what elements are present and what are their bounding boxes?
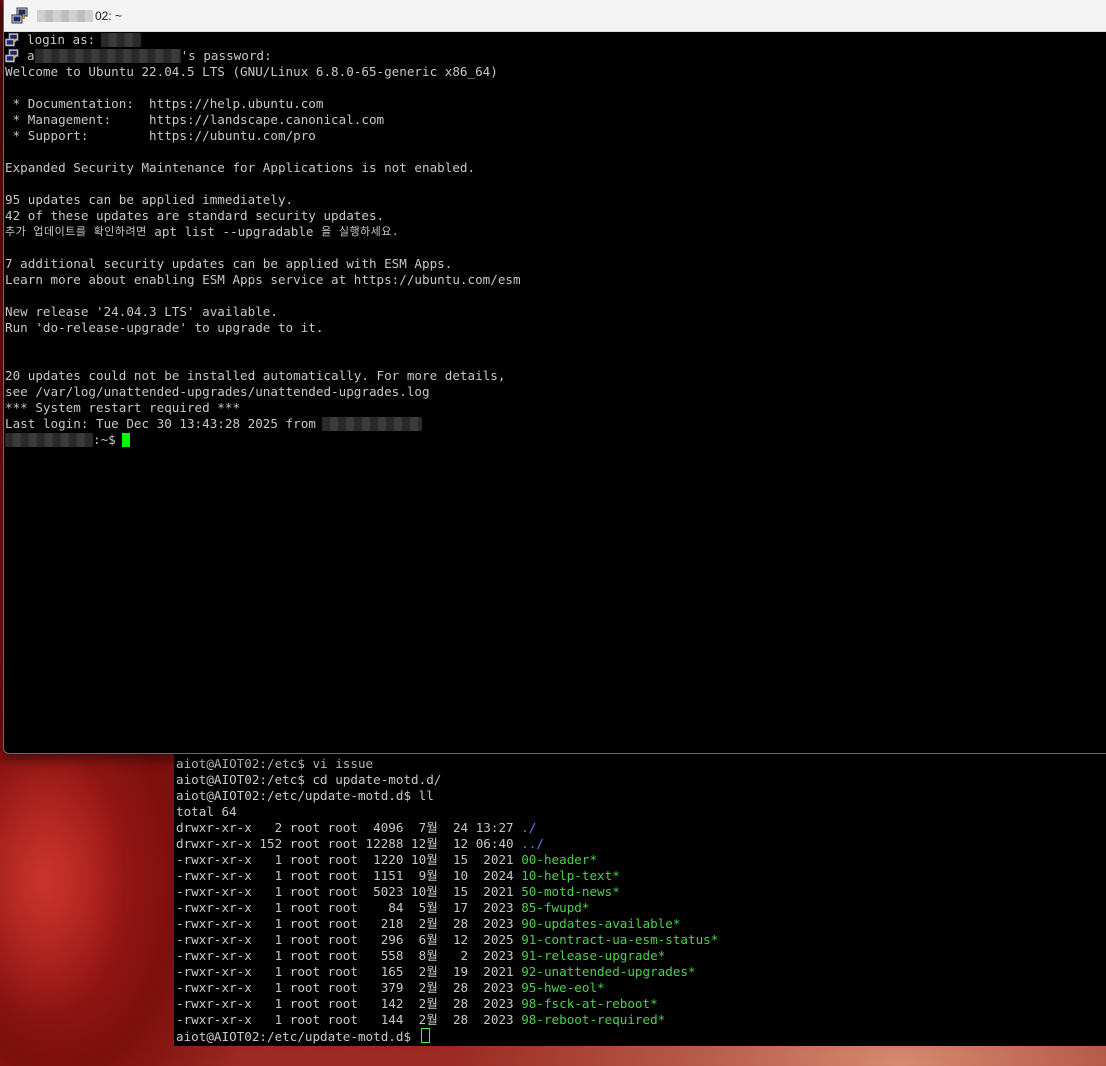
putty-small-icon	[5, 49, 19, 63]
terminal-cursor	[420, 1028, 430, 1043]
file-attributes: -rwxr-xr-x 1 root root 165 2월 19 2021	[176, 964, 522, 979]
redacted-username	[101, 33, 142, 47]
ls-row: -rwxr-xr-x 1 root root 218 2월 28 2023 90…	[176, 916, 718, 932]
file-name: 98-fsck-at-reboot*	[521, 996, 658, 1011]
user-prefix: a	[27, 48, 35, 63]
ls-row: drwxr-xr-x 152 root root 12288 12월 12 06…	[176, 836, 718, 852]
window-titlebar[interactable]: 02: ~	[4, 0, 1106, 32]
file-name: 91-release-upgrade*	[521, 948, 666, 963]
terminal-line: * Documentation: https://help.ubuntu.com	[5, 96, 324, 111]
desktop-wallpaper	[0, 760, 180, 1066]
terminal-line: * Management: https://landscape.canonica…	[5, 112, 385, 127]
terminal-line: aiot@AIOT02:/etc$ vi issue	[176, 756, 374, 771]
terminal-line: * Support: https://ubuntu.com/pro	[5, 128, 316, 143]
terminal-line: 7 additional security updates can be app…	[5, 256, 453, 271]
file-attributes: -rwxr-xr-x 1 root root 5023 10월 15 2021	[176, 884, 522, 899]
redacted-user-host	[34, 49, 181, 63]
terminal-line: *** System restart required ***	[5, 400, 241, 415]
password-prompt: 's password:	[180, 48, 272, 63]
ls-row: -rwxr-xr-x 1 root root 165 2월 19 2021 92…	[176, 964, 718, 980]
file-name: 98-reboot-required*	[521, 1012, 666, 1027]
terminal-cursor	[121, 433, 130, 447]
ls-row: -rwxr-xr-x 1 root root 5023 10월 15 2021 …	[176, 884, 718, 900]
shell-prompt: :~$	[93, 432, 116, 447]
ls-listing: drwxr-xr-x 2 root root 4096 7월 24 13:27 …	[176, 820, 718, 1028]
background-terminal-window[interactable]: aiot@AIOT02:/etc$ vi issue aiot@AIOT02:/…	[174, 740, 1106, 1046]
terminal-line: Learn more about enabling ESM Apps servi…	[5, 272, 521, 287]
file-attributes: -rwxr-xr-x 1 root root 144 2월 28 2023	[176, 1012, 522, 1027]
korean-text: 추가 업데이트를 확인하려면	[5, 225, 147, 238]
file-attributes: drwxr-xr-x 2 root root 4096 7월 24 13:27	[176, 820, 522, 835]
file-attributes: -rwxr-xr-x 1 root root 1151 9월 10 2024	[176, 868, 522, 883]
redacted-ip	[321, 417, 422, 431]
login-prompt-line: login as:	[5, 32, 1105, 48]
terminal-line: New release '24.04.3 LTS' available.	[5, 304, 278, 319]
file-attributes: -rwxr-xr-x 1 root root 142 2월 28 2023	[176, 996, 522, 1011]
ls-row: -rwxr-xr-x 1 root root 84 5월 17 2023 85-…	[176, 900, 718, 916]
terminal-line: Welcome to Ubuntu 22.04.5 LTS (GNU/Linux…	[5, 64, 498, 79]
putty-small-icon	[5, 33, 19, 47]
file-name: ../	[521, 836, 544, 851]
apt-command: apt list --upgradable	[146, 224, 322, 239]
file-name: ./	[521, 820, 537, 835]
terminal-line: total 64	[176, 804, 237, 819]
shell-prompt: aiot@AIOT02:/etc/update-motd.d$	[176, 1029, 412, 1044]
korean-text: 을 실행하세요.	[321, 225, 400, 238]
file-name: 92-unattended-upgrades*	[521, 964, 696, 979]
ls-row: -rwxr-xr-x 1 root root 1220 10월 15 2021 …	[176, 852, 718, 868]
last-login-line: Last login: Tue Dec 30 13:43:28 2025 fro…	[5, 416, 1105, 432]
file-attributes: -rwxr-xr-x 1 root root 84 5월 17 2023	[176, 900, 522, 915]
file-name: 10-help-text*	[521, 868, 620, 883]
terminal-line: Expanded Security Maintenance for Applic…	[5, 160, 476, 175]
terminal-line: see /var/log/unattended-upgrades/unatten…	[5, 384, 430, 399]
file-name: 91-contract-ua-esm-status*	[521, 932, 719, 947]
terminal-output[interactable]: login as: a 's password: Welcome to Ubun…	[5, 32, 1105, 448]
putty-icon	[11, 7, 28, 23]
file-attributes: -rwxr-xr-x 1 root root 558 8월 2 2023	[176, 948, 522, 963]
terminal-prompt-line: aiot@AIOT02:/etc/update-motd.d$	[176, 1028, 718, 1044]
terminal-line: 20 updates could not be installed automa…	[5, 368, 506, 383]
file-name: 90-updates-available*	[521, 916, 681, 931]
redacted-hostname	[37, 9, 93, 22]
last-login-text: Last login: Tue Dec 30 13:43:28 2025 fro…	[5, 416, 316, 431]
ls-row: -rwxr-xr-x 1 root root 1151 9월 10 2024 1…	[176, 868, 718, 884]
ls-row: -rwxr-xr-x 1 root root 144 2월 28 2023 98…	[176, 1012, 718, 1028]
file-attributes: -rwxr-xr-x 1 root root 296 6월 12 2025	[176, 932, 522, 947]
terminal-line: 95 updates can be applied immediately.	[5, 192, 294, 207]
file-name: 85-fwupd*	[521, 900, 590, 915]
redacted-user-host	[5, 433, 93, 447]
ls-row: -rwxr-xr-x 1 root root 558 8월 2 2023 91-…	[176, 948, 718, 964]
ls-row: -rwxr-xr-x 1 root root 142 2월 28 2023 98…	[176, 996, 718, 1012]
file-attributes: -rwxr-xr-x 1 root root 218 2월 28 2023	[176, 916, 522, 931]
window-title: 02: ~	[95, 8, 123, 23]
login-prompt: login as:	[27, 32, 96, 47]
terminal-line: 42 of these updates are standard securit…	[5, 208, 385, 223]
background-terminal-output: aiot@AIOT02:/etc$ vi issue aiot@AIOT02:/…	[176, 756, 718, 1044]
file-attributes: -rwxr-xr-x 1 root root 379 2월 28 2023	[176, 980, 522, 995]
putty-window[interactable]: 02: ~ login as: a 's password: Welcome t…	[3, 0, 1106, 754]
terminal-line: Run 'do-release-upgrade' to upgrade to i…	[5, 320, 324, 335]
terminal-line: 추가 업데이트를 확인하려면 apt list --upgradable 을 실…	[5, 224, 1105, 240]
ls-row: drwxr-xr-x 2 root root 4096 7월 24 13:27 …	[176, 820, 718, 836]
terminal-line: aiot@AIOT02:/etc/update-motd.d$ ll	[176, 788, 434, 803]
terminal-line: aiot@AIOT02:/etc$ cd update-motd.d/	[176, 772, 442, 787]
file-name: 50-motd-news*	[521, 884, 620, 899]
password-prompt-line: a 's password:	[5, 48, 1105, 64]
ls-row: -rwxr-xr-x 1 root root 379 2월 28 2023 95…	[176, 980, 718, 996]
file-name: 95-hwe-eol*	[521, 980, 605, 995]
file-attributes: -rwxr-xr-x 1 root root 1220 10월 15 2021	[176, 852, 522, 867]
terminal-prompt-line: :~$	[5, 432, 1105, 448]
file-attributes: drwxr-xr-x 152 root root 12288 12월 12 06…	[176, 836, 522, 851]
ls-row: -rwxr-xr-x 1 root root 296 6월 12 2025 91…	[176, 932, 718, 948]
file-name: 00-header*	[521, 852, 598, 867]
